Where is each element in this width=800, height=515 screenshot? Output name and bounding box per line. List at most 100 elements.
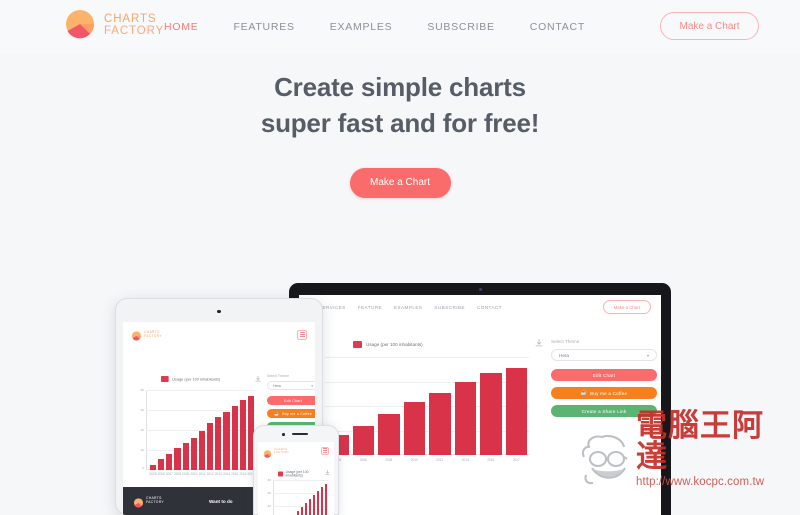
bar — [150, 465, 157, 470]
x-axis-labels-laptop: 2004 2006 2008 2010 2012 2014 2016 2017 — [325, 458, 529, 462]
x-tick: 2006 — [359, 458, 367, 462]
bar — [166, 454, 173, 470]
app-footer-brand-line-2: FACTORY — [146, 500, 164, 504]
coffee-icon: ☕ — [274, 411, 280, 416]
x-tick: 2008 — [385, 458, 393, 462]
hamburger-menu-icon[interactable] — [321, 446, 329, 455]
bar — [231, 406, 238, 470]
legend-label: Usage (per 100 inhabitants) — [285, 470, 309, 478]
app-make-a-chart-button[interactable]: Make a Chart — [602, 300, 651, 314]
tablet-app-header: CHARTS FACTORY — [123, 322, 315, 341]
bar — [174, 448, 181, 470]
app-nav-examples[interactable]: EXAMPLES — [394, 305, 422, 310]
legend-swatch — [353, 341, 362, 348]
bar — [308, 499, 312, 515]
app-nav-services[interactable]: SERVICES — [319, 305, 346, 310]
chart-controls-panel-tablet: Select Theme Hera ▾ Edit Chart ☕ Buy me … — [267, 374, 315, 431]
select-theme-dropdown[interactable]: Hera ▾ — [267, 381, 315, 390]
bar — [304, 502, 308, 515]
bar — [316, 490, 320, 515]
y-tick: 40 — [267, 504, 271, 508]
nav-item-features[interactable]: FEATURES — [234, 21, 313, 33]
legend-label: Usage (per 100 inhabitants) — [172, 376, 221, 382]
bar-chart-laptop — [325, 357, 529, 455]
phone-chart-region: Usage (per 100 inhabitants) 80 60 40 — [264, 470, 330, 515]
bar — [215, 417, 222, 470]
bar — [324, 484, 328, 515]
x-tick: 2011 — [198, 472, 206, 476]
chart-controls-panel-laptop: Select Theme Hera ▾ Edit Chart ☕ Buy me … — [551, 339, 657, 417]
app-brand-line-2: FACTORY — [274, 449, 290, 454]
brand-wordmark: CHARTS FACTORY — [104, 14, 164, 37]
x-tick: 2010 — [190, 472, 198, 476]
bar — [505, 367, 527, 455]
nav-item-examples[interactable]: EXAMPLES — [330, 21, 411, 33]
buy-me-a-coffee-button[interactable]: ☕ Buy me a Coffee — [551, 387, 657, 399]
app-nav-contact[interactable]: CONTACT — [477, 305, 502, 310]
select-theme-label: Select Theme — [267, 374, 290, 378]
chevron-down-icon: ▾ — [646, 352, 649, 358]
nav-item-contact[interactable]: CONTACT — [530, 21, 603, 33]
x-tick: 2008 — [174, 472, 182, 476]
bar — [312, 495, 316, 515]
download-icon[interactable] — [325, 470, 330, 477]
laptop-mockup: SERVICES FEATURE EXAMPLES SUBSCRIBE CONT… — [289, 283, 671, 515]
laptop-camera-icon — [478, 288, 482, 291]
bar-series-phone — [276, 480, 328, 515]
select-theme-value: Hera — [559, 352, 569, 358]
legend-label: Usage (per 100 inhabitants) — [366, 342, 423, 347]
app-footer-brand: CHARTS FACTORY — [133, 496, 164, 507]
y-tick: 80 — [140, 388, 144, 392]
app-brand-logo-phone[interactable]: CHARTS FACTORY — [263, 446, 290, 458]
hero-section: Create simple charts super fast and for … — [0, 70, 800, 198]
page-root: CHARTS FACTORY HOME FEATURES EXAMPLES SU… — [0, 0, 800, 515]
pie-chart-logo-icon — [63, 9, 97, 43]
page-title: Create simple charts super fast and for … — [0, 70, 800, 142]
bar — [182, 442, 189, 470]
legend-swatch — [278, 471, 283, 477]
header-make-a-chart-button[interactable]: Make a Chart — [660, 12, 759, 40]
app-brand-line-2: FACTORY — [144, 333, 162, 338]
app-nav-subscribe[interactable]: SUBSCRIBE — [434, 305, 465, 310]
y-tick: 80 — [267, 478, 271, 482]
bar — [239, 399, 246, 470]
download-icon[interactable] — [255, 376, 261, 384]
create-a-share-link-button[interactable]: Create a Share Link — [551, 405, 657, 417]
bar-chart-phone: 80 60 40 20 0 — [268, 478, 328, 515]
x-tick: 2016 — [487, 458, 495, 462]
download-icon[interactable] — [535, 339, 543, 349]
phone-app-header: CHARTS FACTORY — [258, 442, 334, 458]
app-nav-feature[interactable]: FEATURE — [358, 305, 382, 310]
select-theme-value: Hera — [273, 383, 281, 388]
chevron-down-icon: ▾ — [311, 383, 313, 388]
bar — [223, 411, 230, 470]
y-tick: 20 — [140, 448, 144, 452]
hero-make-a-chart-button[interactable]: Make a Chart — [349, 167, 451, 198]
brand-logo[interactable]: CHARTS FACTORY — [63, 9, 164, 43]
bar — [198, 430, 206, 470]
app-brand-logo-tablet[interactable]: CHARTS FACTORY — [131, 329, 162, 341]
select-theme-dropdown[interactable]: Hera ▾ — [551, 349, 657, 361]
x-tick: 2015 — [231, 472, 239, 476]
nav-item-subscribe[interactable]: SUBSCRIBE — [427, 21, 512, 33]
x-tick: 2005 — [149, 472, 157, 476]
edit-chart-button[interactable]: Edit Chart — [551, 369, 657, 381]
edit-chart-label: Edit Chart — [284, 398, 302, 403]
x-tick: 2012 — [436, 458, 444, 462]
laptop-chart-region: Usage (per 100 inhabitants) 2006 2008 20… — [321, 339, 543, 473]
buy-me-a-coffee-label: Buy me a Coffee — [590, 390, 628, 396]
bar — [320, 486, 324, 515]
app-navigation-laptop: SERVICES FEATURE EXAMPLES SUBSCRIBE CONT… — [299, 295, 661, 315]
buy-me-a-coffee-button[interactable]: ☕ Buy me a Coffee — [267, 409, 315, 418]
phone-speaker-icon — [292, 433, 308, 435]
bar — [352, 425, 374, 455]
bar-series-tablet — [149, 390, 255, 470]
hamburger-menu-icon[interactable] — [297, 329, 307, 340]
buy-me-a-coffee-label: Buy me a Coffee — [282, 411, 312, 416]
y-tick: 0 — [142, 466, 144, 470]
nav-item-home[interactable]: HOME — [164, 21, 217, 33]
hero-title-line-2: super fast and for free! — [260, 107, 540, 138]
bar — [296, 511, 300, 515]
edit-chart-button[interactable]: Edit Chart — [267, 396, 315, 405]
x-tick: 2006 — [157, 472, 165, 476]
